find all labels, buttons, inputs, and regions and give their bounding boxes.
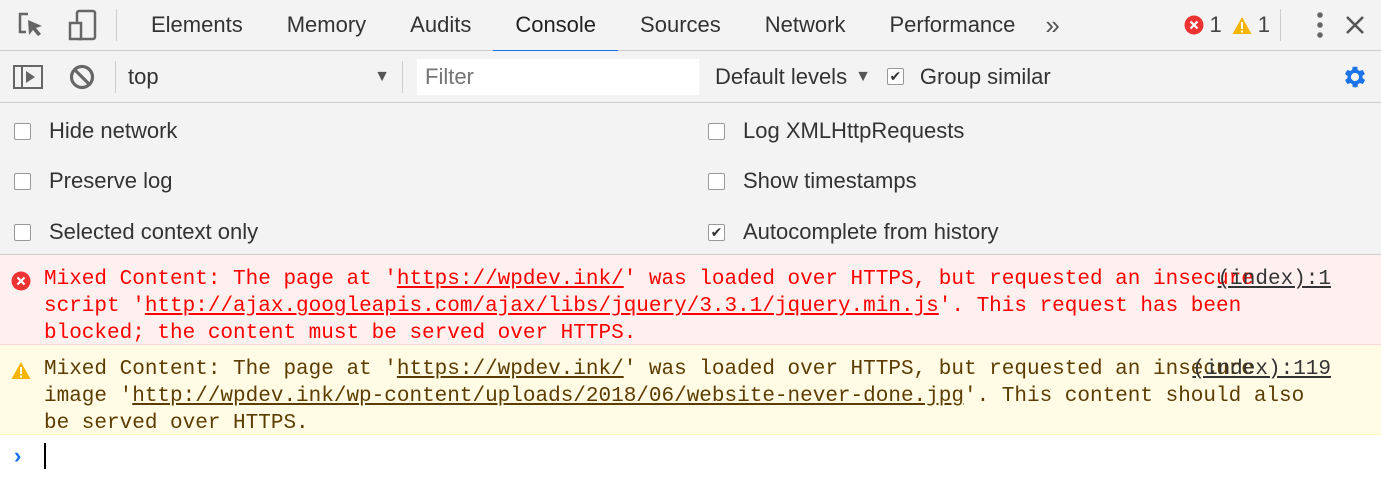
message-source-link[interactable]: (index):1 bbox=[1218, 266, 1331, 293]
settings-gear-icon[interactable] bbox=[1341, 63, 1369, 91]
warning-count[interactable]: 1 bbox=[1258, 12, 1270, 38]
tab-elements[interactable]: Elements bbox=[129, 0, 265, 51]
divider bbox=[116, 9, 117, 41]
more-tabs-icon[interactable]: » bbox=[1045, 10, 1059, 41]
close-icon[interactable] bbox=[1345, 15, 1365, 35]
warning-icon bbox=[11, 361, 31, 389]
prompt-chevron-icon: › bbox=[14, 443, 22, 468]
page-url-link[interactable]: https://wpdev.ink/ bbox=[397, 358, 624, 381]
divider bbox=[1280, 9, 1281, 41]
message-text: Mixed Content: The page at ' bbox=[44, 268, 397, 291]
message-source-link[interactable]: (index):119 bbox=[1192, 356, 1331, 383]
preserve-log-option[interactable]: Preserve log bbox=[14, 168, 173, 194]
error-icon bbox=[11, 271, 31, 300]
tab-console[interactable]: Console bbox=[493, 0, 618, 52]
selected-context-checkbox[interactable] bbox=[14, 223, 31, 241]
hide-network-option[interactable]: Hide network bbox=[14, 118, 177, 144]
log-levels-label: Default levels bbox=[715, 63, 848, 89]
selected-context-label: Selected context only bbox=[49, 219, 259, 244]
log-xhr-option[interactable]: Log XMLHttpRequests bbox=[708, 118, 964, 144]
group-similar-checkbox[interactable]: ✔ bbox=[886, 68, 904, 85]
resource-url-link[interactable]: http://wpdev.ink/wp-content/uploads/2018… bbox=[132, 385, 964, 408]
device-toolbar-icon[interactable] bbox=[68, 9, 98, 41]
divider bbox=[402, 60, 403, 93]
error-count[interactable]: 1 bbox=[1210, 12, 1222, 38]
text-cursor bbox=[44, 443, 46, 469]
tab-memory[interactable]: Memory bbox=[265, 0, 388, 51]
group-similar-label: Group similar bbox=[919, 63, 1051, 89]
tab-performance[interactable]: Performance bbox=[867, 0, 1037, 51]
show-timestamps-checkbox[interactable] bbox=[708, 172, 725, 190]
console-message-warning: (index):119 Mixed Content: The page at '… bbox=[0, 345, 1381, 435]
log-xhr-checkbox[interactable] bbox=[708, 122, 725, 140]
log-levels-select[interactable]: Default levels ▼ bbox=[715, 64, 871, 90]
autocomplete-option[interactable]: ✔ Autocomplete from history bbox=[708, 219, 999, 245]
inspect-element-icon[interactable] bbox=[16, 10, 46, 40]
autocomplete-checkbox[interactable]: ✔ bbox=[708, 223, 725, 241]
console-settings-panel: Hide network Preserve log Selected conte… bbox=[0, 103, 1381, 255]
show-sidebar-icon[interactable] bbox=[13, 64, 43, 89]
tab-sources[interactable]: Sources bbox=[618, 0, 743, 51]
tab-audits[interactable]: Audits bbox=[388, 0, 493, 51]
warning-count-icon[interactable] bbox=[1232, 16, 1252, 35]
autocomplete-label: Autocomplete from history bbox=[743, 219, 999, 244]
show-timestamps-option[interactable]: Show timestamps bbox=[708, 168, 917, 194]
filter-input[interactable] bbox=[417, 58, 699, 95]
console-message-error: (index):1 Mixed Content: The page at 'ht… bbox=[0, 255, 1381, 345]
console-prompt[interactable]: › bbox=[0, 435, 1381, 475]
dropdown-arrow-icon: ▼ bbox=[855, 67, 871, 85]
preserve-log-checkbox[interactable] bbox=[14, 172, 31, 190]
main-toolbar: Elements Memory Audits Console Sources N… bbox=[0, 0, 1381, 52]
hide-network-label: Hide network bbox=[49, 118, 178, 143]
context-value: top bbox=[128, 63, 159, 89]
selected-context-option[interactable]: Selected context only bbox=[14, 219, 258, 245]
tab-network[interactable]: Network bbox=[743, 0, 868, 51]
clear-console-icon[interactable] bbox=[69, 64, 95, 90]
more-options-icon[interactable] bbox=[1317, 12, 1323, 38]
resource-url-link[interactable]: http://ajax.googleapis.com/ajax/libs/jqu… bbox=[145, 295, 939, 318]
message-text: Mixed Content: The page at ' bbox=[44, 358, 397, 381]
show-timestamps-label: Show timestamps bbox=[743, 168, 917, 193]
hide-network-checkbox[interactable] bbox=[14, 122, 31, 140]
console-toolbar: top ▼ Default levels ▼ ✔ Group similar bbox=[0, 51, 1381, 103]
page-url-link[interactable]: https://wpdev.ink/ bbox=[397, 268, 624, 291]
context-select[interactable]: top ▼ bbox=[128, 64, 390, 90]
preserve-log-label: Preserve log bbox=[49, 168, 173, 193]
error-count-icon[interactable] bbox=[1184, 15, 1204, 35]
divider bbox=[115, 60, 116, 93]
dropdown-arrow-icon: ▼ bbox=[374, 67, 390, 85]
log-xhr-label: Log XMLHttpRequests bbox=[743, 118, 965, 143]
